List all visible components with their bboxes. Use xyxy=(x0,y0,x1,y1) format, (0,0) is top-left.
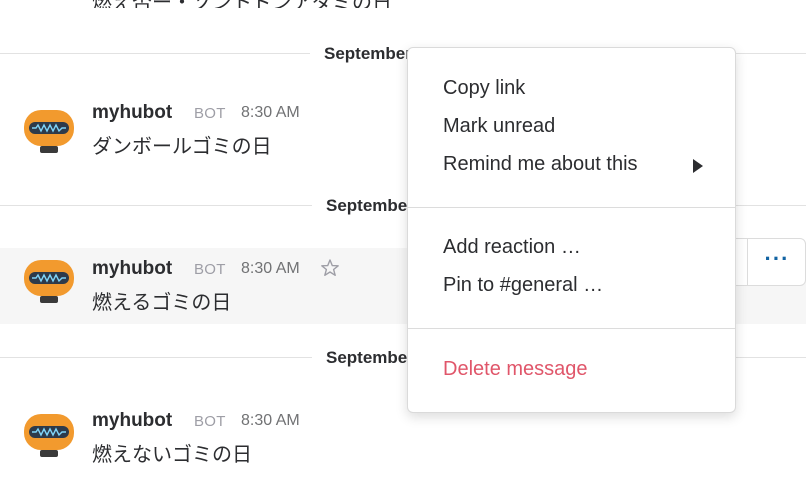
more-actions-button[interactable]: ··· xyxy=(748,239,806,285)
submenu-arrow-icon xyxy=(693,159,703,173)
menu-separator xyxy=(408,207,735,208)
bot-badge: BOT xyxy=(194,413,226,430)
bot-badge: BOT xyxy=(194,261,226,278)
message-timestamp[interactable]: 8:30 AM xyxy=(241,104,300,122)
message-author[interactable]: myhubot xyxy=(92,102,172,124)
bot-avatar[interactable] xyxy=(22,258,76,304)
bot-avatar[interactable] xyxy=(22,108,76,154)
star-icon[interactable] xyxy=(320,258,340,278)
bot-badge: BOT xyxy=(194,105,226,122)
message-text: 燃えるゴミの日 xyxy=(92,292,232,314)
message-timestamp[interactable]: 8:30 AM xyxy=(241,412,300,430)
menu-item-remind-me[interactable]: Remind me about this xyxy=(443,153,638,176)
previous-message-cut: 燃え否ー・ソントドンアダミの日 xyxy=(0,0,420,8)
bot-avatar[interactable] xyxy=(22,412,76,458)
menu-item-mark-unread[interactable]: Mark unread xyxy=(443,115,555,138)
menu-item-pin-to-channel[interactable]: Pin to #general … xyxy=(443,274,603,297)
message-author[interactable]: myhubot xyxy=(92,258,172,280)
message-text: 燃えないゴミの日 xyxy=(92,444,252,466)
message-author[interactable]: myhubot xyxy=(92,410,172,432)
message-timestamp[interactable]: 8:30 AM xyxy=(241,260,300,278)
menu-item-add-reaction[interactable]: Add reaction … xyxy=(443,236,581,259)
message-text: ダンボールゴミの日 xyxy=(92,136,272,158)
menu-separator xyxy=(408,328,735,329)
previous-message-text: 燃え否ー・ソントドンアダミの日 xyxy=(92,0,392,8)
menu-item-delete-message[interactable]: Delete message xyxy=(443,358,588,381)
menu-item-copy-link[interactable]: Copy link xyxy=(443,77,525,100)
message-context-menu: Copy link Mark unread Remind me about th… xyxy=(407,47,736,413)
